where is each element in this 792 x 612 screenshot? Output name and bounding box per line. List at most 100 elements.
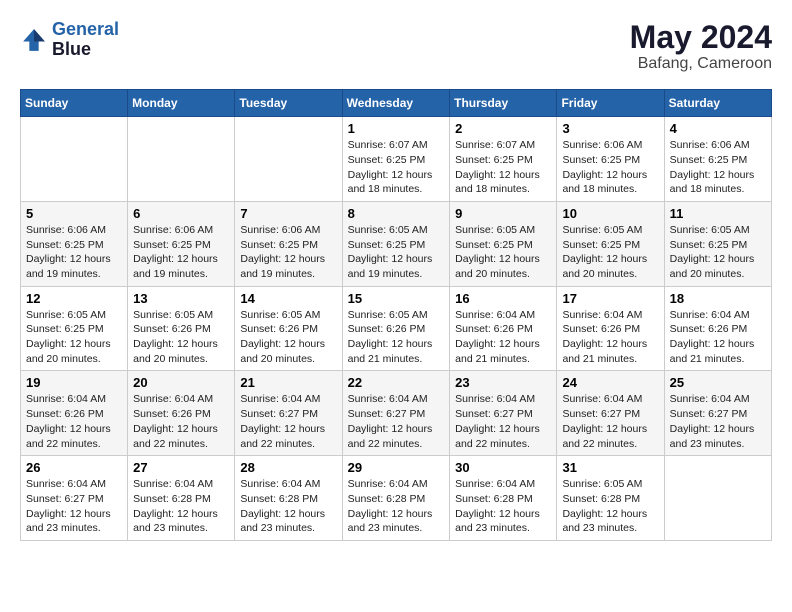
calendar-cell: 14 Sunrise: 6:05 AM Sunset: 6:26 PM Dayli… [235,286,342,371]
day-info: Sunrise: 6:04 AM Sunset: 6:27 PM Dayligh… [240,392,336,451]
day-info: Sunrise: 6:04 AM Sunset: 6:27 PM Dayligh… [455,392,551,451]
calendar-week-row: 5Sunrise: 6:06 AM Sunset: 6:25 PM Daylig… [21,201,772,286]
day-number: 25 [670,375,766,390]
day-info: Sunrise: 6:04 AM Sunset: 6:26 PM Dayligh… [670,308,766,367]
calendar-cell: 22 Sunrise: 6:04 AM Sunset: 6:27 PM Dayli… [342,371,450,456]
day-info: Sunrise: 6:04 AM Sunset: 6:26 PM Dayligh… [133,392,229,451]
calendar-cell: 11 Sunrise: 6:05 AM Sunset: 6:25 PM Dayli… [664,201,771,286]
day-number: 6 [133,206,229,221]
day-number: 22 [348,375,445,390]
day-number: 20 [133,375,229,390]
day-number: 8 [348,206,445,221]
day-number: 11 [670,206,766,221]
page-header: General Blue May 2024 Bafang, Cameroon [20,20,772,73]
day-number: 14 [240,291,336,306]
calendar-cell: 20 Sunrise: 6:04 AM Sunset: 6:26 PM Dayli… [128,371,235,456]
calendar-cell: 24Sunrise: 6:04 AM Sunset: 6:27 PM Dayli… [557,371,664,456]
title-block: May 2024 Bafang, Cameroon [630,20,772,73]
day-info: Sunrise: 6:04 AM Sunset: 6:27 PM Dayligh… [670,392,766,451]
calendar-cell: 21 Sunrise: 6:04 AM Sunset: 6:27 PM Dayli… [235,371,342,456]
weekday-row: SundayMondayTuesdayWednesdayThursdayFrid… [21,90,772,117]
day-info: Sunrise: 6:06 AM Sunset: 6:25 PM Dayligh… [26,223,122,282]
weekday-header: Thursday [450,90,557,117]
calendar-cell: 29 Sunrise: 6:04 AM Sunset: 6:28 PM Dayli… [342,456,450,541]
weekday-header: Wednesday [342,90,450,117]
calendar-cell: 17 Sunrise: 6:04 AM Sunset: 6:26 PM Dayli… [557,286,664,371]
calendar-body: 1Sunrise: 6:07 AM Sunset: 6:25 PM Daylig… [21,117,772,541]
calendar-week-row: 26Sunrise: 6:04 AM Sunset: 6:27 PM Dayli… [21,456,772,541]
calendar-cell: 27Sunrise: 6:04 AM Sunset: 6:28 PM Dayli… [128,456,235,541]
day-info: Sunrise: 6:04 AM Sunset: 6:28 PM Dayligh… [348,477,445,536]
weekday-header: Friday [557,90,664,117]
day-number: 28 [240,460,336,475]
day-info: Sunrise: 6:07 AM Sunset: 6:25 PM Dayligh… [455,138,551,197]
weekday-header: Monday [128,90,235,117]
day-number: 9 [455,206,551,221]
day-info: Sunrise: 6:04 AM Sunset: 6:27 PM Dayligh… [26,477,122,536]
calendar-cell: 23 Sunrise: 6:04 AM Sunset: 6:27 PM Dayli… [450,371,557,456]
day-number: 12 [26,291,122,306]
day-number: 29 [348,460,445,475]
calendar-cell: 15Sunrise: 6:05 AM Sunset: 6:26 PM Dayli… [342,286,450,371]
day-number: 24 [562,375,658,390]
calendar-header: SundayMondayTuesdayWednesdayThursdayFrid… [21,90,772,117]
day-number: 18 [670,291,766,306]
weekday-header: Sunday [21,90,128,117]
day-info: Sunrise: 6:07 AM Sunset: 6:25 PM Dayligh… [348,138,445,197]
day-info: Sunrise: 6:05 AM Sunset: 6:25 PM Dayligh… [26,308,122,367]
calendar-cell: 10 Sunrise: 6:05 AM Sunset: 6:25 PM Dayli… [557,201,664,286]
calendar-cell: 6 Sunrise: 6:06 AM Sunset: 6:25 PM Daylig… [128,201,235,286]
day-number: 31 [562,460,658,475]
day-info: Sunrise: 6:06 AM Sunset: 6:25 PM Dayligh… [562,138,658,197]
day-number: 2 [455,121,551,136]
calendar-cell [664,456,771,541]
logo-line2: Blue [52,40,119,60]
day-info: Sunrise: 6:05 AM Sunset: 6:25 PM Dayligh… [348,223,445,282]
month-year: May 2024 [630,20,772,55]
calendar-cell: 12 Sunrise: 6:05 AM Sunset: 6:25 PM Dayli… [21,286,128,371]
logo-icon [20,26,48,54]
weekday-header: Tuesday [235,90,342,117]
calendar-cell: 28 Sunrise: 6:04 AM Sunset: 6:28 PM Dayli… [235,456,342,541]
calendar-cell: 3 Sunrise: 6:06 AM Sunset: 6:25 PM Daylig… [557,117,664,202]
calendar-cell [235,117,342,202]
calendar-week-row: 19 Sunrise: 6:04 AM Sunset: 6:26 PM Dayli… [21,371,772,456]
day-info: Sunrise: 6:05 AM Sunset: 6:26 PM Dayligh… [133,308,229,367]
calendar-table: SundayMondayTuesdayWednesdayThursdayFrid… [20,89,772,541]
day-info: Sunrise: 6:06 AM Sunset: 6:25 PM Dayligh… [670,138,766,197]
day-info: Sunrise: 6:04 AM Sunset: 6:26 PM Dayligh… [26,392,122,451]
weekday-header: Saturday [664,90,771,117]
day-info: Sunrise: 6:05 AM Sunset: 6:26 PM Dayligh… [240,308,336,367]
day-number: 15 [348,291,445,306]
day-info: Sunrise: 6:04 AM Sunset: 6:26 PM Dayligh… [562,308,658,367]
day-info: Sunrise: 6:06 AM Sunset: 6:25 PM Dayligh… [133,223,229,282]
day-number: 10 [562,206,658,221]
calendar-cell: 2 Sunrise: 6:07 AM Sunset: 6:25 PM Daylig… [450,117,557,202]
calendar-cell: 30 Sunrise: 6:04 AM Sunset: 6:28 PM Dayli… [450,456,557,541]
calendar-week-row: 1Sunrise: 6:07 AM Sunset: 6:25 PM Daylig… [21,117,772,202]
calendar-cell: 4Sunrise: 6:06 AM Sunset: 6:25 PM Daylig… [664,117,771,202]
day-number: 13 [133,291,229,306]
calendar-cell: 8 Sunrise: 6:05 AM Sunset: 6:25 PM Daylig… [342,201,450,286]
day-number: 7 [240,206,336,221]
day-info: Sunrise: 6:04 AM Sunset: 6:28 PM Dayligh… [455,477,551,536]
day-info: Sunrise: 6:04 AM Sunset: 6:26 PM Dayligh… [455,308,551,367]
calendar-cell: 13 Sunrise: 6:05 AM Sunset: 6:26 PM Dayli… [128,286,235,371]
calendar-cell: 5Sunrise: 6:06 AM Sunset: 6:25 PM Daylig… [21,201,128,286]
day-number: 27 [133,460,229,475]
day-info: Sunrise: 6:04 AM Sunset: 6:28 PM Dayligh… [240,477,336,536]
calendar-cell [128,117,235,202]
day-number: 21 [240,375,336,390]
day-number: 19 [26,375,122,390]
day-number: 23 [455,375,551,390]
calendar-cell: 18 Sunrise: 6:04 AM Sunset: 6:26 PM Dayli… [664,286,771,371]
day-info: Sunrise: 6:04 AM Sunset: 6:27 PM Dayligh… [348,392,445,451]
day-number: 17 [562,291,658,306]
calendar-cell: 7Sunrise: 6:06 AM Sunset: 6:25 PM Daylig… [235,201,342,286]
day-info: Sunrise: 6:05 AM Sunset: 6:25 PM Dayligh… [455,223,551,282]
day-number: 30 [455,460,551,475]
day-info: Sunrise: 6:05 AM Sunset: 6:25 PM Dayligh… [670,223,766,282]
day-info: Sunrise: 6:05 AM Sunset: 6:25 PM Dayligh… [562,223,658,282]
logo-text: General Blue [52,20,119,60]
day-number: 3 [562,121,658,136]
